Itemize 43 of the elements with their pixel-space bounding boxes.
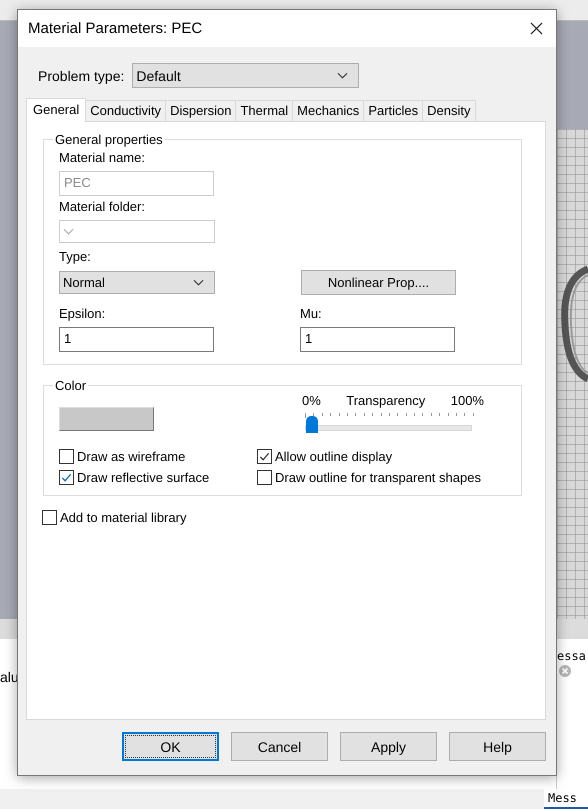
panel-title: essa [557, 649, 587, 664]
chevron-down-icon [63, 228, 74, 235]
dialog-button[interactable]: OK [122, 732, 219, 761]
checkbox-label: Draw outline for transparent shapes [275, 470, 481, 485]
checkbox[interactable] [59, 449, 74, 464]
type-dropdown[interactable]: Normal [59, 271, 215, 294]
slider-label: Transparency [346, 393, 426, 408]
checkbox-label: Draw as wireframe [77, 449, 186, 464]
window-title: Material Parameters: PEC [28, 20, 202, 37]
dialog-button[interactable]: Help [449, 732, 546, 761]
dialog-button[interactable]: Cancel [231, 732, 328, 761]
slider-thumb[interactable] [306, 416, 318, 433]
tab[interactable]: General [26, 98, 86, 122]
checkbox-label: Allow outline display [275, 449, 392, 464]
field-label: Material folder: [59, 199, 146, 214]
epsilon-field[interactable]: 1 [59, 327, 214, 352]
checkbox[interactable] [257, 470, 272, 485]
chevron-down-icon [193, 279, 204, 286]
checkbox-label: Draw reflective surface [77, 470, 210, 485]
field-label: Epsilon: [59, 306, 106, 321]
field-label: Material name: [59, 150, 146, 165]
panel-tab[interactable]: Mess [544, 788, 588, 809]
tab[interactable]: Density [422, 100, 476, 121]
tab[interactable]: Conductivity [85, 100, 166, 121]
field-label: Problem type: [38, 68, 124, 84]
field-label: Mu: [300, 306, 323, 321]
checkbox-label: Add to material library [60, 510, 186, 525]
problem-type-dropdown[interactable]: Default [132, 63, 360, 88]
tab[interactable]: Dispersion [165, 100, 236, 121]
checkbox[interactable] [42, 510, 57, 525]
field-label: Type: [59, 249, 92, 264]
color-swatch-button[interactable] [59, 407, 154, 431]
slider-label: 100% [450, 393, 484, 408]
nonlinear-button[interactable]: Nonlinear Prop.... [301, 270, 456, 295]
checkbox[interactable] [257, 449, 272, 464]
slider-label: 0% [302, 393, 321, 408]
group-title: Color [54, 378, 88, 393]
group-title: General properties [54, 132, 164, 147]
chevron-down-icon [337, 72, 348, 79]
dialog-button[interactable]: Apply [340, 732, 437, 761]
checkbox[interactable] [59, 470, 74, 485]
mu-field[interactable]: 1 [300, 327, 455, 352]
close-icon[interactable] [530, 22, 543, 35]
